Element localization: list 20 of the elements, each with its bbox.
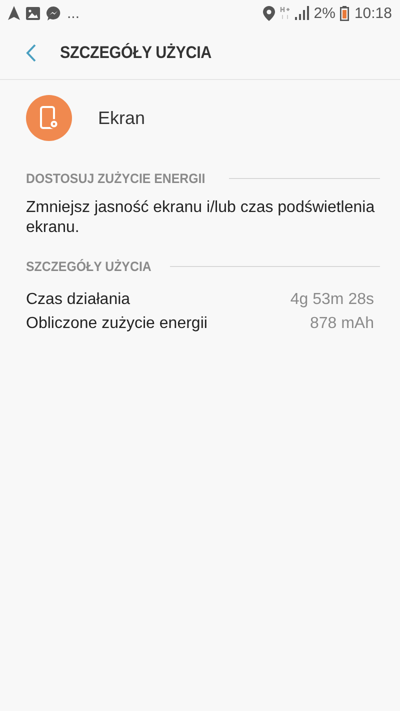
more-notifications: ... bbox=[67, 4, 80, 22]
screen-settings-icon bbox=[26, 95, 72, 141]
clock: 10:18 bbox=[354, 4, 392, 22]
usage-value: 4g 53m 28s bbox=[290, 291, 374, 309]
tip-text: Zmniejsz jasność ekranu i/lub czas podświetlenia ekranu. bbox=[26, 198, 376, 238]
battery-icon bbox=[340, 6, 350, 20]
usage-label: Czas działania bbox=[26, 291, 130, 309]
signal-icon bbox=[294, 6, 309, 20]
network-type-icon bbox=[280, 6, 290, 20]
page-title: SZCZEGÓŁY UŻYCIA bbox=[60, 42, 212, 62]
navigation-icon bbox=[8, 6, 20, 20]
battery-percent: 2% bbox=[314, 4, 336, 22]
app-name: Ekran bbox=[98, 108, 146, 128]
usage-label: Obliczone zużycie energii bbox=[26, 315, 208, 333]
image-icon bbox=[26, 6, 40, 20]
section-header: SZCZEGÓŁY UŻYCIA bbox=[26, 258, 152, 274]
messenger-icon bbox=[46, 6, 61, 20]
location-icon bbox=[262, 6, 275, 20]
usage-value: 878 mAh bbox=[310, 315, 374, 333]
section-header: DOSTOSUJ ZUŻYCIE ENERGII bbox=[26, 170, 206, 186]
